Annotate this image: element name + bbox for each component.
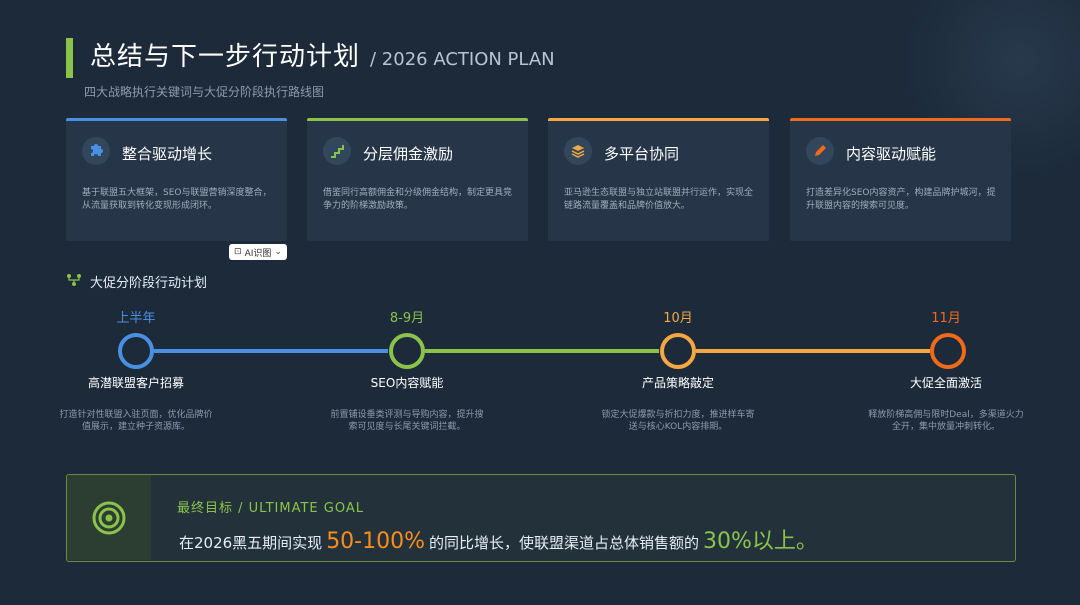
goal-icon-panel	[67, 475, 151, 560]
card-integration: 整合驱动增长 基于联盟五大框架，SEO与联盟营销深度整合，从流量获取到转化变现形…	[66, 118, 287, 241]
goal-text: 在2026黑五期间实现 50-100% 的同比增长，使联盟渠道占总体销售额的 3…	[179, 523, 818, 555]
timeline-segment-2	[425, 349, 659, 353]
page-title: 总结与下一步行动计划 / 2026 ACTION PLAN	[90, 36, 555, 76]
flow-icon	[66, 273, 82, 291]
ai-recognize-button[interactable]: ⊡ AI识图 ⌄	[229, 244, 287, 260]
timeline-segment-3	[696, 349, 930, 353]
card-desc: 打造差异化SEO内容资产，构建品牌护城河，提升联盟内容的搜索可见度。	[806, 188, 996, 211]
card-desc: 亚马逊生态联盟与独立站联盟并行运作，实现全链路流量覆盖和品牌价值放大。	[564, 188, 754, 211]
stage-name: SEO内容赋能	[370, 376, 444, 390]
chevron-down-icon: ⌄	[274, 247, 282, 257]
stage-date: 8-9月	[389, 311, 425, 326]
scan-icon: ⊡	[234, 247, 242, 257]
stage-name: 大促全面激活	[909, 376, 982, 390]
stage-desc: 前置铺设垂类评测与导购内容，提升搜索可见度与长尾关键词拦截。	[330, 410, 484, 432]
target-icon	[92, 501, 126, 534]
stage-node	[389, 333, 425, 369]
goal-text-pre: 在2026黑五期间实现	[179, 534, 323, 552]
stairs-icon	[323, 137, 351, 165]
stage-node	[118, 333, 154, 369]
stage-date: 10月	[663, 311, 693, 326]
stage-node	[660, 333, 696, 369]
ai-badge-label: AI识图	[244, 248, 272, 259]
layers-icon	[564, 137, 592, 165]
ultimate-goal-box: 最终目标 / ULTIMATE GOAL 在2026黑五期间实现 50-100%…	[66, 474, 1016, 562]
title-accent-bar	[66, 38, 73, 78]
puzzle-icon	[82, 137, 110, 165]
pen-icon	[806, 137, 834, 165]
slide: 总结与下一步行动计划 / 2026 ACTION PLAN 四大战略执行关键词与…	[0, 0, 1080, 605]
stage-desc: 锁定大促爆款与折扣力度，推进样车寄送与核心KOL内容排期。	[601, 410, 755, 432]
stage-desc: 释放阶梯高佣与限时Deal，多渠道火力全开，集中放量冲刺转化。	[868, 410, 1024, 432]
stage-date: 上半年	[116, 311, 156, 326]
title-en: / 2026 ACTION PLAN	[370, 49, 555, 70]
card-desc: 基于联盟五大框架，SEO与联盟营销深度整合，从流量获取到转化变现形成闭环。	[82, 188, 272, 211]
goal-label: 最终目标 / ULTIMATE GOAL	[177, 501, 364, 516]
goal-text-mid: 的同比增长，使联盟渠道占总体销售额的	[429, 534, 700, 552]
card-desc: 借鉴同行高额佣金和分级佣金结构，制定更具竞争力的阶梯激励政策。	[323, 188, 513, 211]
card-title: 整合驱动增长	[122, 145, 213, 163]
stage-desc: 打造针对性联盟入驻页面，优化品牌价值展示，建立种子资源库。	[59, 410, 213, 432]
timeline-section-title: 大促分阶段行动计划	[90, 276, 208, 291]
card-commission: 分层佣金激励 借鉴同行高额佣金和分级佣金结构，制定更具竞争力的阶梯激励政策。	[307, 118, 528, 241]
timeline-segment-1	[154, 349, 388, 353]
card-multiplatform: 多平台协同 亚马逊生态联盟与独立站联盟并行运作，实现全链路流量覆盖和品牌价值放大…	[548, 118, 769, 241]
card-content: 内容驱动赋能 打造差异化SEO内容资产，构建品牌护城河，提升联盟内容的搜索可见度…	[790, 118, 1011, 241]
card-title: 分层佣金激励	[363, 145, 454, 163]
card-title: 内容驱动赋能	[846, 145, 937, 163]
stage-date: 11月	[931, 311, 961, 326]
card-title: 多平台协同	[604, 145, 680, 163]
page-subtitle: 四大战略执行关键词与大促分阶段执行路线图	[84, 85, 325, 99]
goal-highlight-share: 30%以上。	[703, 529, 818, 554]
title-cn: 总结与下一步行动计划	[90, 42, 361, 72]
stage-name: 产品策略敲定	[641, 376, 714, 390]
goal-highlight-growth: 50-100%	[326, 529, 426, 554]
stage-node	[930, 333, 966, 369]
stage-name: 高潜联盟客户招募	[87, 376, 184, 390]
